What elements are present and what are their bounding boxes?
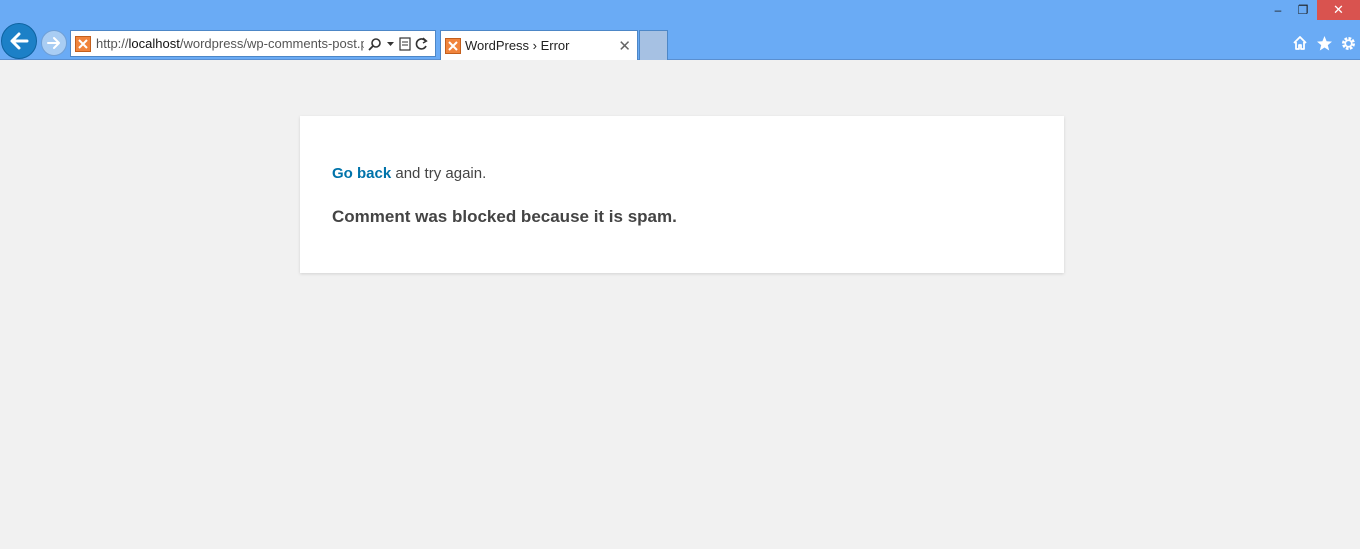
arrow-right-icon bbox=[47, 37, 60, 49]
url-text[interactable]: http://localhost/wordpress/wp-comments-p… bbox=[96, 36, 364, 51]
compatibility-view-icon[interactable] bbox=[399, 36, 411, 51]
home-icon bbox=[1293, 36, 1307, 50]
xampp-favicon-icon bbox=[75, 35, 91, 52]
dropdown-arrow-icon[interactable] bbox=[386, 37, 395, 51]
browser-chrome: ‒ ❐ ✕ http://localhost/wordpress/wp-comm… bbox=[0, 0, 1360, 60]
new-tab-button[interactable] bbox=[639, 30, 668, 60]
url-prefix: http:// bbox=[96, 36, 129, 51]
url-host: localhost bbox=[128, 36, 180, 51]
gear-icon bbox=[1341, 36, 1355, 50]
go-back-line: Go back and try again. bbox=[332, 164, 1032, 184]
tab-title: WordPress › Error bbox=[465, 38, 570, 53]
tools-button[interactable] bbox=[1338, 33, 1358, 53]
error-card: Go back and try again. Comment was block… bbox=[300, 116, 1064, 273]
error-message: Comment was blocked because it is spam. bbox=[332, 207, 677, 226]
tab-wordpress-error[interactable]: WordPress › Error ✕ bbox=[440, 30, 638, 60]
star-icon bbox=[1316, 35, 1332, 50]
go-back-link[interactable]: Go back bbox=[332, 165, 391, 182]
favorites-button[interactable] bbox=[1314, 33, 1334, 53]
go-back-suffix: and try again. bbox=[391, 165, 487, 182]
minimize-button[interactable]: ‒ bbox=[1265, 0, 1291, 20]
url-path: /wordpress/wp-comments-post.ph bbox=[179, 36, 364, 51]
forward-button[interactable] bbox=[41, 30, 67, 56]
refresh-icon[interactable] bbox=[415, 36, 428, 51]
restore-button[interactable]: ❐ bbox=[1290, 0, 1316, 20]
search-icon[interactable] bbox=[368, 37, 382, 51]
arrow-left-icon bbox=[10, 32, 29, 50]
back-button[interactable] bbox=[1, 23, 37, 59]
xampp-favicon-icon bbox=[445, 37, 461, 54]
address-bar[interactable]: http://localhost/wordpress/wp-comments-p… bbox=[70, 30, 436, 57]
close-window-button[interactable]: ✕ bbox=[1317, 0, 1360, 20]
close-tab-icon[interactable]: ✕ bbox=[618, 37, 631, 55]
home-button[interactable] bbox=[1290, 33, 1310, 53]
